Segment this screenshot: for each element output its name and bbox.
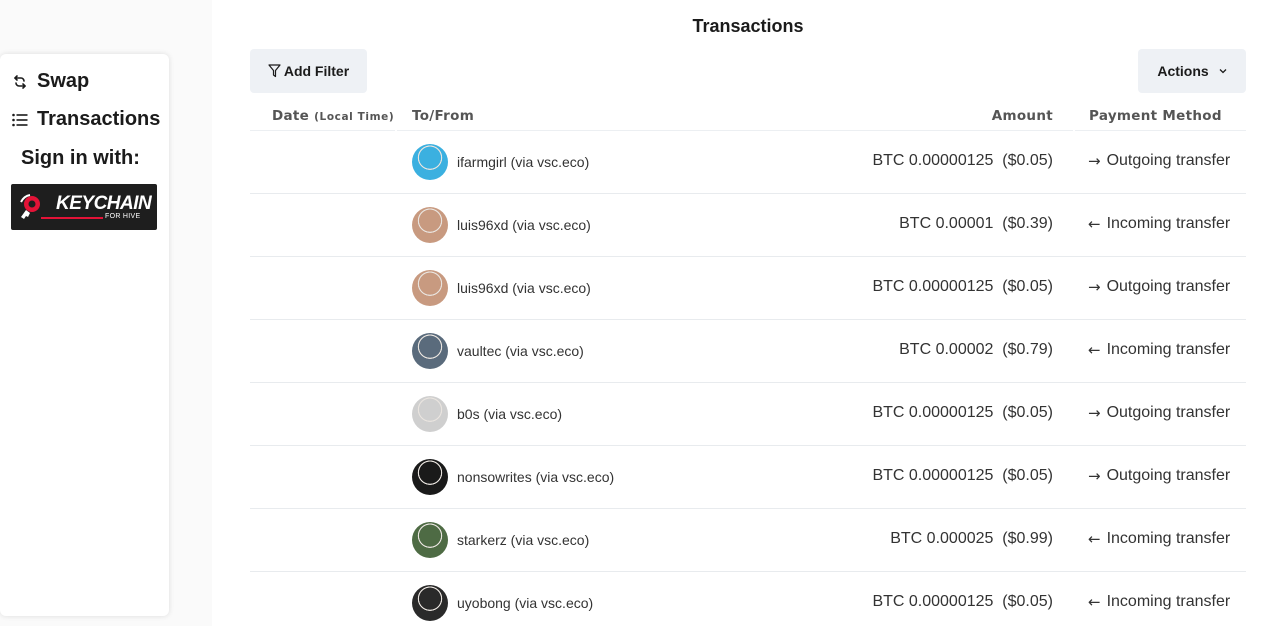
payment-method-label: Incoming transfer bbox=[1106, 215, 1231, 232]
account-name[interactable]: vaultec (via vsc.eco) bbox=[457, 343, 584, 359]
avatar[interactable] bbox=[412, 333, 448, 369]
table-row[interactable]: nonsowrites (via vsc.eco) BTC 0.00000125 … bbox=[250, 446, 1246, 509]
date-header-label: Date bbox=[272, 108, 310, 124]
amount-value: BTC 0.00001 ($0.39) bbox=[899, 215, 1053, 232]
account-name[interactable]: nonsowrites (via vsc.eco) bbox=[457, 469, 614, 485]
avatar[interactable] bbox=[412, 585, 448, 621]
avatar[interactable] bbox=[412, 144, 448, 180]
payment-method-label: Incoming transfer bbox=[1106, 341, 1231, 358]
table-row[interactable]: starkerz (via vsc.eco) BTC 0.000025 ($0.9… bbox=[250, 509, 1246, 572]
arrow-left-icon: ← bbox=[1088, 215, 1101, 233]
payment-method-label: Incoming transfer bbox=[1106, 530, 1231, 547]
swap-icon bbox=[11, 73, 29, 91]
chevron-down-icon bbox=[1219, 68, 1227, 74]
amount-value: BTC 0.00000125 ($0.05) bbox=[872, 152, 1053, 169]
arrow-left-icon: ← bbox=[1088, 341, 1101, 359]
sidebar: Swap Transactions Sign in with: KEYCHAIN… bbox=[0, 54, 169, 616]
sidebar-item-label: Transactions bbox=[37, 108, 161, 130]
amount-value: BTC 0.00000125 ($0.05) bbox=[872, 593, 1053, 610]
sidebar-item-swap[interactable]: Swap bbox=[11, 70, 89, 93]
account-name[interactable]: b0s (via vsc.eco) bbox=[457, 406, 562, 422]
avatar[interactable] bbox=[412, 522, 448, 558]
keychain-divider bbox=[41, 217, 103, 219]
payment-method: ← Incoming transfer bbox=[1088, 215, 1230, 233]
keychain-logo-text: KEYCHAIN bbox=[56, 193, 152, 214]
column-header-payment-method[interactable]: Payment Method bbox=[1089, 108, 1222, 124]
filter-icon bbox=[268, 64, 281, 78]
table-row[interactable]: luis96xd (via vsc.eco) BTC 0.00000125 ($0… bbox=[250, 257, 1246, 320]
table-row[interactable]: uyobong (via vsc.eco) BTC 0.00000125 ($0.… bbox=[250, 572, 1246, 626]
arrow-left-icon: ← bbox=[1088, 593, 1101, 611]
amount-value: BTC 0.000025 ($0.99) bbox=[890, 530, 1053, 547]
payment-method: ← Incoming transfer bbox=[1088, 530, 1230, 548]
account-name[interactable]: ifarmgirl (via vsc.eco) bbox=[457, 154, 589, 170]
actions-label: Actions bbox=[1157, 63, 1209, 79]
sidebar-item-transactions[interactable]: Transactions bbox=[11, 108, 160, 131]
list-icon bbox=[11, 111, 29, 129]
table-row[interactable]: b0s (via vsc.eco) BTC 0.00000125 ($0.05) →… bbox=[250, 383, 1246, 446]
account-name[interactable]: luis96xd (via vsc.eco) bbox=[457, 280, 591, 296]
add-filter-label: Add Filter bbox=[283, 63, 350, 79]
arrow-right-icon: → bbox=[1088, 152, 1101, 170]
avatar[interactable] bbox=[412, 459, 448, 495]
avatar[interactable] bbox=[412, 396, 448, 432]
payment-method-label: Outgoing transfer bbox=[1106, 152, 1231, 169]
keychain-logo-subtext: FOR HIVE bbox=[105, 213, 141, 220]
payment-method: → Outgoing transfer bbox=[1088, 278, 1230, 296]
page-title: Transactions bbox=[692, 16, 804, 36]
payment-method: → Outgoing transfer bbox=[1088, 404, 1230, 422]
avatar[interactable] bbox=[412, 207, 448, 243]
actions-button[interactable]: Actions bbox=[1138, 49, 1246, 93]
account-name[interactable]: starkerz (via vsc.eco) bbox=[457, 532, 589, 548]
payment-method-label: Outgoing transfer bbox=[1106, 467, 1231, 484]
amount-value: BTC 0.00002 ($0.79) bbox=[899, 341, 1053, 358]
column-header-to-from[interactable]: To/From bbox=[412, 108, 474, 124]
column-header-date[interactable]: Date (Local Time) bbox=[272, 108, 394, 124]
arrow-right-icon: → bbox=[1088, 278, 1101, 296]
amount-value: BTC 0.00000125 ($0.05) bbox=[872, 404, 1053, 421]
table-row[interactable]: luis96xd (via vsc.eco) BTC 0.00001 ($0.39… bbox=[250, 194, 1246, 257]
payment-method: ← Incoming transfer bbox=[1088, 593, 1230, 611]
amount-value: BTC 0.00000125 ($0.05) bbox=[872, 467, 1053, 484]
payment-method-label: Outgoing transfer bbox=[1106, 278, 1231, 295]
column-header-amount[interactable]: Amount bbox=[992, 108, 1053, 124]
account-name[interactable]: uyobong (via vsc.eco) bbox=[457, 595, 593, 611]
table-row[interactable]: ifarmgirl (via vsc.eco) BTC 0.00000125 ($… bbox=[250, 131, 1246, 194]
sign-in-label: Sign in with: bbox=[21, 147, 140, 169]
payment-method: ← Incoming transfer bbox=[1088, 341, 1230, 359]
avatar[interactable] bbox=[412, 270, 448, 306]
keychain-login-button[interactable]: KEYCHAIN FOR HIVE bbox=[11, 184, 157, 230]
account-name[interactable]: luis96xd (via vsc.eco) bbox=[457, 217, 591, 233]
amount-value: BTC 0.00000125 ($0.05) bbox=[872, 278, 1053, 295]
arrow-right-icon: → bbox=[1088, 467, 1101, 485]
payment-method: → Outgoing transfer bbox=[1088, 467, 1230, 485]
payment-method: → Outgoing transfer bbox=[1088, 152, 1230, 170]
date-header-note: (Local Time) bbox=[314, 111, 395, 123]
payment-method-label: Incoming transfer bbox=[1106, 593, 1231, 610]
sidebar-item-label: Swap bbox=[37, 70, 90, 92]
add-filter-button[interactable]: Add Filter bbox=[250, 49, 367, 93]
arrow-right-icon: → bbox=[1088, 404, 1101, 422]
payment-method-label: Outgoing transfer bbox=[1106, 404, 1231, 421]
arrow-left-icon: ← bbox=[1088, 530, 1101, 548]
table-row[interactable]: vaultec (via vsc.eco) BTC 0.00002 ($0.79)… bbox=[250, 320, 1246, 383]
